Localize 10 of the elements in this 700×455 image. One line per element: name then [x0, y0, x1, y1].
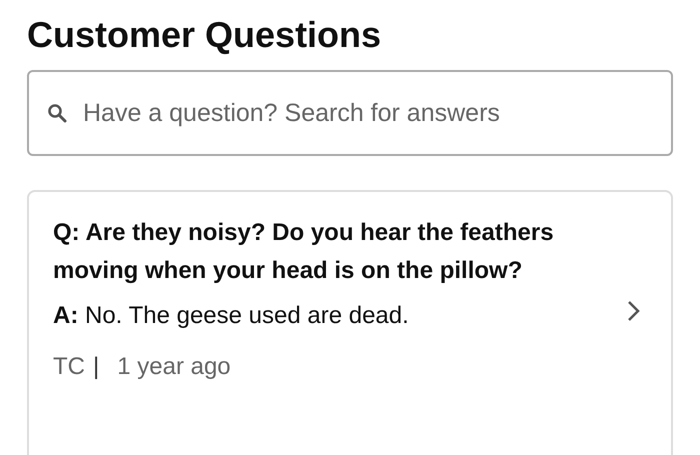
post-time: 1 year ago	[117, 353, 231, 381]
question-card[interactable]: Q: Are they noisy? Do you hear the feathers moving when your head is on the pillow? A: No. The geese used are dead. TC | 1 year ago	[27, 190, 673, 455]
question-text: Q: Are they noisy? Do you hear the feathers moving when your head is on the pillow?	[53, 218, 555, 286]
separator: |	[93, 353, 100, 381]
answer-text: A: No. The geese used are dead.	[53, 301, 410, 331]
search-icon	[47, 103, 67, 123]
search-field[interactable]: Have a question? Search for answers	[27, 70, 673, 156]
author-name: TC	[53, 353, 85, 381]
chevron-right-icon	[627, 300, 641, 322]
section-title: Customer Questions	[27, 13, 382, 57]
